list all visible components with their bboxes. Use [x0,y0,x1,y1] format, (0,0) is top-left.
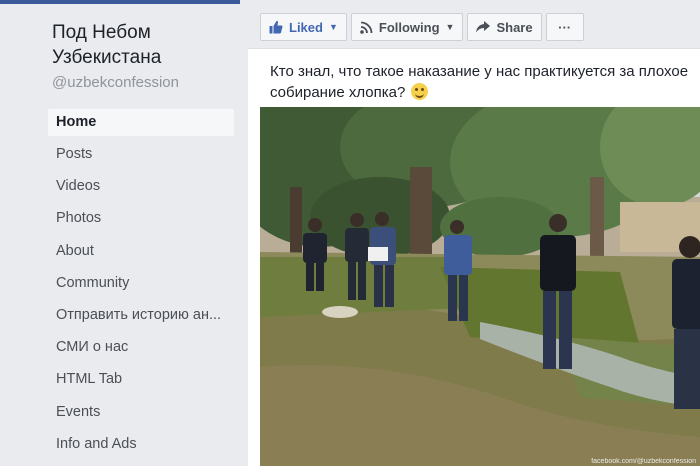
post-photo[interactable]: facebook.com/@uzbekconfession [260,107,700,466]
chevron-down-icon: ▼ [445,22,455,32]
page-handle[interactable]: @uzbekconfession [52,74,179,91]
nav-item-posts[interactable]: Posts [48,141,234,173]
ellipsis-icon: ··· [558,19,572,35]
chevron-down-icon: ▼ [328,22,338,32]
page-sidebar: Под Небом Узбекистана @uzbekconfession H… [0,0,248,466]
share-arrow-icon [476,21,491,33]
nav-item-info-and-ads[interactable]: Info and Ads [48,431,234,463]
nav-item-send-story[interactable]: Отправить историю ан... [48,302,234,334]
nav-item-videos[interactable]: Videos [48,173,234,205]
page-title[interactable]: Под Небом Узбекистана [52,20,242,70]
liked-button[interactable]: Liked ▼ [260,13,347,41]
photo-watermark: facebook.com/@uzbekconfession [591,458,696,465]
liked-label: Liked [289,19,323,35]
page-action-bar: Liked ▼ Following ▼ Share ··· [260,13,588,41]
post-card: Кто знал, что такое наказание у нас прак… [248,48,700,466]
share-label: Share [496,19,533,35]
share-button[interactable]: Share [467,13,542,41]
top-strip [0,0,240,4]
nav-item-home[interactable]: Home [48,109,234,136]
smiley-emoji-icon [411,83,429,100]
main-column: Liked ▼ Following ▼ Share ··· Кто знал, … [248,0,700,466]
nav-item-photos[interactable]: Photos [48,205,234,237]
following-button[interactable]: Following ▼ [350,13,464,41]
nav-item-media-about-us[interactable]: СМИ о нас [48,334,234,366]
photo-scene [260,107,700,466]
following-label: Following [378,19,440,35]
thumbs-up-icon [269,20,283,34]
page-nav: Home Posts Videos Photos About Community… [48,109,234,463]
post-text: Кто знал, что такое наказание у нас прак… [270,61,690,103]
post-message: Кто знал, что такое наказание у нас прак… [270,63,689,101]
nav-item-about[interactable]: About [48,238,234,270]
person-6 [672,236,700,409]
rss-icon [360,21,373,34]
nav-item-html-tab[interactable]: HTML Tab [48,366,234,398]
nav-item-community[interactable]: Community [48,270,234,302]
more-options-button[interactable]: ··· [545,13,584,41]
nav-item-events[interactable]: Events [48,399,234,431]
